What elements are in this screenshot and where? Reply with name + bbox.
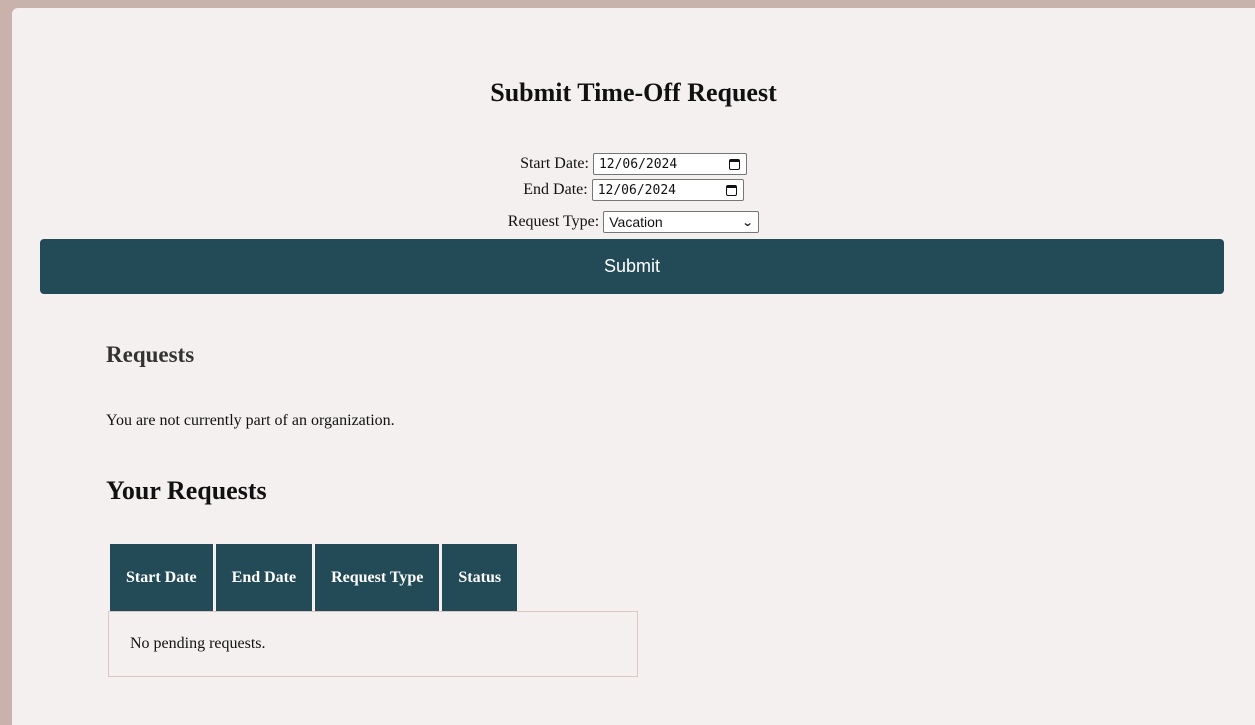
your-requests-heading: Your Requests xyxy=(106,476,267,505)
start-date-label: Start Date: xyxy=(520,155,589,172)
end-date-row: End Date: 12/06/2024 xyxy=(12,178,1255,202)
start-date-input[interactable]: 12/06/2024 xyxy=(592,153,747,175)
request-type-label: Request Type: xyxy=(507,213,600,230)
request-type-select[interactable]: Vacation ⌄ xyxy=(603,211,760,233)
requests-heading: Requests xyxy=(106,342,195,367)
request-type-value: Vacation xyxy=(609,214,663,230)
column-header-status: Status xyxy=(442,544,518,611)
end-date-value: 12/06/2024 xyxy=(597,182,676,198)
organization-message: You are not currently part of an organiz… xyxy=(106,412,395,429)
empty-requests-message: No pending requests. xyxy=(130,635,266,652)
table-header-row: Start Date End Date Request Type Status xyxy=(110,544,518,611)
end-date-input[interactable]: 12/06/2024 xyxy=(591,179,744,201)
calendar-icon[interactable] xyxy=(728,158,740,170)
column-header-request-type: Request Type xyxy=(315,544,440,611)
form-title: Submit Time-Off Request xyxy=(490,78,777,107)
requests-table: Start Date End Date Request Type Status xyxy=(107,544,520,611)
start-date-row: Start Date: 12/06/2024 xyxy=(12,152,1255,176)
column-header-end-date: End Date xyxy=(215,544,313,611)
submit-button[interactable]: Submit xyxy=(40,239,1224,294)
column-header-start-date: Start Date xyxy=(110,544,213,611)
start-date-value: 12/06/2024 xyxy=(598,156,678,172)
end-date-label: End Date: xyxy=(523,181,588,198)
request-type-row: Request Type: Vacation ⌄ xyxy=(12,210,1255,234)
main-card: Submit Time-Off Request Start Date: 12/0… xyxy=(12,8,1255,725)
chevron-down-icon: ⌄ xyxy=(741,216,754,229)
calendar-icon[interactable] xyxy=(725,184,737,196)
empty-requests-row: No pending requests. xyxy=(108,611,638,677)
